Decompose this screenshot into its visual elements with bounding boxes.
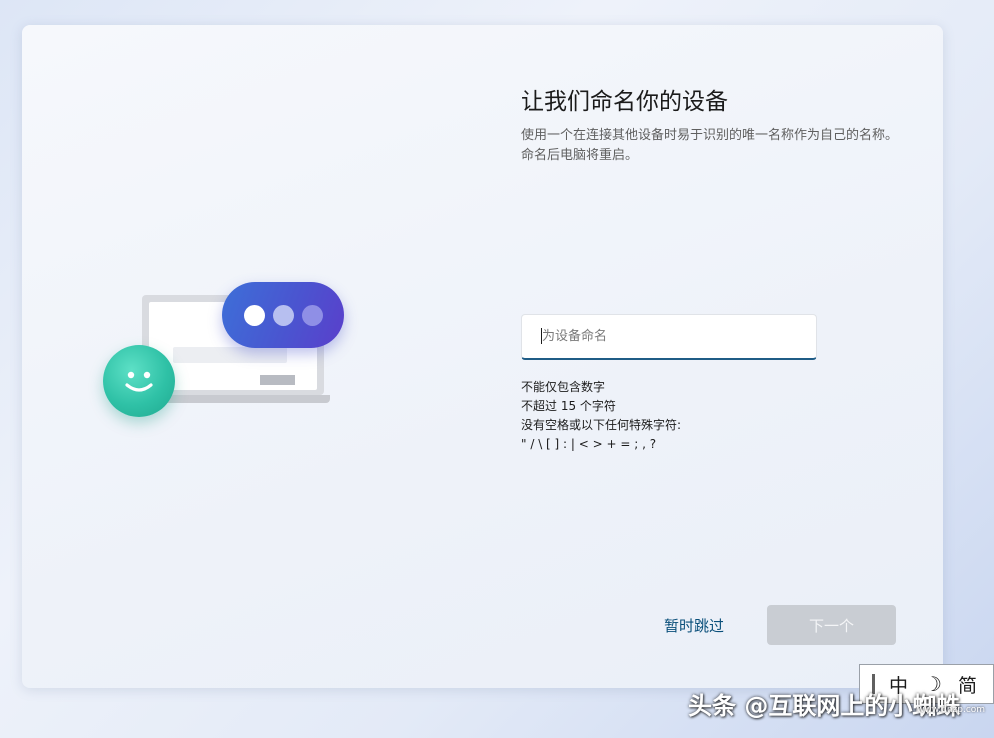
- text-caret: [541, 328, 542, 344]
- next-button[interactable]: 下一个: [767, 605, 896, 645]
- watermark-site: www.dnzp.com: [917, 705, 986, 715]
- device-illustration: [100, 255, 350, 440]
- bubble-dot: [273, 305, 294, 326]
- laptop-input-shape: [173, 347, 287, 363]
- watermark-text: 头条 @互联网上的小蜘蛛: [688, 692, 961, 720]
- rule-forbidden-characters: " / \ [ ] : | < > + = ; , ?: [521, 437, 657, 451]
- bubble-dot: [244, 305, 265, 326]
- ime-script-toggle[interactable]: 简: [958, 671, 977, 698]
- device-name-input[interactable]: [521, 314, 817, 360]
- naming-rules: 不能仅包含数字 不超过 15 个字符 没有空格或以下任何特殊字符: " / \ …: [521, 378, 681, 454]
- skip-for-now-link[interactable]: 暂时跳过: [664, 615, 724, 636]
- rule-item: 不超过 15 个字符: [521, 399, 616, 413]
- chat-bubble-icon: [222, 282, 344, 348]
- smiley-face-icon: [103, 345, 175, 417]
- page-title: 让我们命名你的设备: [521, 89, 728, 115]
- laptop-button-shape: [260, 375, 295, 385]
- bubble-dot: [302, 305, 323, 326]
- rule-item: 没有空格或以下任何特殊字符:: [521, 418, 682, 432]
- rule-item: 不能仅包含数字: [521, 380, 606, 394]
- page-description: 使用一个在连接其他设备时易于识别的唯一名称作为自己的名称。命名后电脑将重启。: [521, 128, 899, 163]
